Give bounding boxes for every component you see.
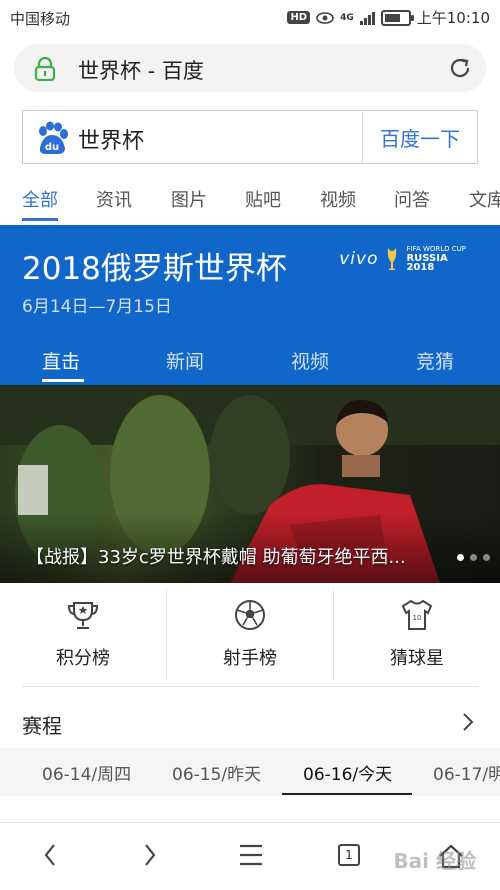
page-title: 世界杯 - 百度 <box>78 59 204 83</box>
battery-icon <box>380 9 414 26</box>
scorers-link[interactable]: 射手榜 <box>166 590 333 680</box>
worldcup-trophy-icon <box>388 247 397 270</box>
quick-links: 积分榜 射手榜 10 猜球星 <box>0 590 500 680</box>
tab-live[interactable]: 直击 <box>42 347 80 374</box>
tab-video-banner[interactable]: 视频 <box>291 347 329 374</box>
tab-guess[interactable]: 竞猜 <box>416 347 454 374</box>
news-carousel[interactable]: 【战报】33岁c罗世界杯戴帽 助葡萄牙绝平西... <box>0 385 500 583</box>
football-icon <box>235 600 265 630</box>
guess-star-link[interactable]: 10 猜球星 <box>333 590 500 680</box>
schedule-title[interactable]: 赛程 <box>22 710 62 739</box>
search-box: du 世界杯 百度一下 <box>22 110 478 164</box>
hd-icon: HD <box>287 11 311 24</box>
vivo-logo: vivo <box>339 248 379 269</box>
watermark: Bai 经验 <box>393 849 476 873</box>
carousel-caption[interactable]: 【战报】33岁c罗世界杯戴帽 助葡萄牙绝平西... <box>26 543 406 569</box>
tab-news[interactable]: 资讯 <box>96 186 132 212</box>
tab-wenku[interactable]: 文库 <box>469 186 500 212</box>
day-tab[interactable]: 06-14/周四 <box>42 760 131 785</box>
schedule-days: 06-14/周四 06-15/昨天 06-16/今天 06-17/明天 <box>0 748 500 796</box>
tab-tieba[interactable]: 贴吧 <box>245 186 281 212</box>
eye-icon <box>316 11 334 24</box>
baidu-paw-icon: du <box>39 121 68 154</box>
carousel-dot[interactable] <box>470 554 477 561</box>
bottom-nav: 1 Bai 经验 <box>0 822 500 890</box>
standings-link[interactable]: 积分榜 <box>0 590 166 680</box>
sponsor-brand: vivo FIFA WORLD CUP RUSSIA 2018 <box>339 245 466 273</box>
standings-label: 积分榜 <box>56 648 110 669</box>
day-tab-today[interactable]: 06-16/今天 <box>303 760 392 785</box>
reload-icon[interactable] <box>448 56 472 80</box>
tab-news-banner[interactable]: 新闻 <box>166 347 204 374</box>
category-tabs: 全部 资讯 图片 贴吧 视频 问答 文库 <box>0 176 500 224</box>
status-bar: 中国移动 HD 4G 上午10:10 <box>0 0 500 36</box>
scorers-label: 射手榜 <box>223 648 277 669</box>
tabs-button[interactable]: 1 <box>338 844 360 866</box>
trophy-icon <box>67 602 99 629</box>
worldcup-banner: 2018俄罗斯世界杯 6月14日—7月15日 vivo FIFA WORLD C… <box>0 225 500 385</box>
address-bar[interactable]: 世界杯 - 百度 <box>14 44 486 92</box>
tab-images[interactable]: 图片 <box>171 186 207 212</box>
search-button[interactable]: 百度一下 <box>362 111 477 163</box>
carousel-dot[interactable] <box>483 554 490 561</box>
guess-star-label: 猜球星 <box>390 648 444 669</box>
tab-video[interactable]: 视频 <box>320 186 356 212</box>
carousel-dot[interactable] <box>457 554 464 561</box>
banner-dates: 6月14日—7月15日 <box>22 297 172 317</box>
search-input[interactable]: 世界杯 <box>78 123 144 155</box>
worldcup-logo-text: FIFA WORLD CUP RUSSIA 2018 <box>406 245 466 273</box>
baidu-logo-text: du <box>45 142 59 153</box>
menu-icon[interactable] <box>238 843 264 867</box>
clock: 上午10:10 <box>416 9 490 27</box>
day-tab-indicator <box>282 793 412 795</box>
carousel-dots <box>457 554 490 561</box>
forward-icon[interactable] <box>142 841 158 869</box>
banner-tab-indicator <box>42 379 84 382</box>
lock-icon <box>34 57 56 81</box>
carrier-label: 中国移动 <box>10 10 71 28</box>
jersey-icon: 10 <box>401 599 433 630</box>
tab-qa[interactable]: 问答 <box>394 186 430 212</box>
network-label: 4G <box>340 12 354 23</box>
day-tab[interactable]: 06-15/昨天 <box>172 760 261 785</box>
section-divider <box>22 686 478 687</box>
day-tab[interactable]: 06-17/明天 <box>433 760 500 785</box>
active-tab-indicator <box>22 218 58 221</box>
svg-text:10: 10 <box>413 614 422 622</box>
banner-title: 2018俄罗斯世界杯 <box>22 251 287 287</box>
chevron-right-icon[interactable] <box>462 712 474 732</box>
back-icon[interactable] <box>42 841 58 869</box>
signal-icon <box>359 11 375 25</box>
tab-all[interactable]: 全部 <box>22 186 58 212</box>
status-icons: HD 4G 上午10:10 <box>287 7 490 28</box>
